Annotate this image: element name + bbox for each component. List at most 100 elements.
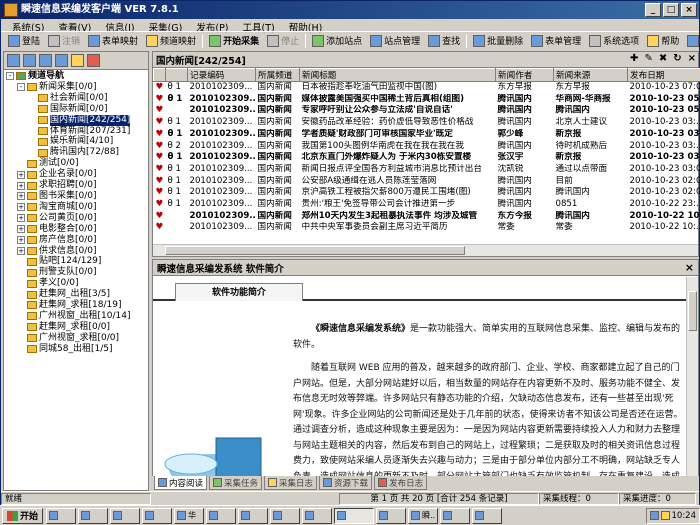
maximize-button[interactable]: □ bbox=[663, 3, 679, 17]
logout-button[interactable]: 注销 bbox=[44, 33, 84, 49]
expand-toggle-icon[interactable]: + bbox=[17, 214, 25, 223]
tree-node[interactable]: + 求职招聘[0/0] bbox=[6, 180, 148, 191]
taskbar-item[interactable]: 瞬.. bbox=[408, 507, 439, 524]
table-row[interactable]: ♥ θ 1 2010102309... 国内新闻 公安部A级通缉在逃人员陈莲莹落网 腾讯国… bbox=[154, 176, 700, 188]
tab-software-intro[interactable]: 软件功能简介 bbox=[175, 283, 303, 301]
table-row[interactable]: ♥ θ 1 2010102309... 国内新闻 新闻日报点评全国各方利益城市消息比预计… bbox=[154, 164, 700, 176]
close-button[interactable]: × bbox=[681, 3, 697, 17]
table-row[interactable]: ♥ θ 1 2010102309... 国内新闻 媒体披露美国强买中国稀土背后真相(组图… bbox=[154, 94, 700, 106]
tree-node[interactable]: + 供求信息[0/0] bbox=[6, 246, 148, 257]
column-header[interactable]: 记录编码 bbox=[187, 68, 256, 82]
start-button[interactable]: 开始 bbox=[2, 507, 44, 524]
scroll-thumb[interactable] bbox=[688, 291, 697, 331]
tree-node[interactable]: 娱乐新闻[4/10] bbox=[6, 136, 148, 147]
expand-toggle-icon[interactable]: - bbox=[17, 83, 25, 92]
help-button[interactable]: 帮助 bbox=[643, 33, 683, 49]
tree-node[interactable]: 广州视窗_出租[10/14] bbox=[6, 311, 148, 322]
close-icon[interactable]: × bbox=[685, 261, 694, 274]
taskbar-item[interactable] bbox=[206, 507, 237, 524]
column-header[interactable]: 新闻来源 bbox=[553, 68, 628, 82]
taskbar-item[interactable] bbox=[78, 507, 109, 524]
taskbar-item[interactable] bbox=[334, 507, 375, 524]
add-icon[interactable]: ✚ bbox=[630, 53, 638, 64]
channel-map-button[interactable]: 频道映射 bbox=[142, 33, 200, 49]
exit-button[interactable]: 退出 bbox=[683, 33, 699, 49]
tree-node[interactable]: + 房产信息[0/0] bbox=[6, 235, 148, 246]
find-button[interactable]: 查找 bbox=[424, 33, 464, 49]
expand-toggle-icon[interactable]: - bbox=[6, 72, 14, 81]
tree-node[interactable]: - 新闻采集[0/0] bbox=[6, 82, 148, 93]
table-map-button[interactable]: 表单映射 bbox=[84, 33, 142, 49]
tab-content-read[interactable]: 内容阅读 bbox=[154, 476, 208, 490]
tree-node[interactable]: 刑警支队[0/0] bbox=[6, 267, 148, 278]
minimize-button[interactable]: _ bbox=[645, 3, 661, 17]
delete-icon[interactable]: ✖ bbox=[659, 53, 667, 64]
tree-node[interactable]: 贴吧[124/129] bbox=[6, 256, 148, 267]
column-header[interactable]: 新闻作者 bbox=[495, 68, 554, 82]
table-row[interactable]: ♥ θ 1 2010102309... 国内新闻 北京东直门外爆炸疑人为 于米内30栋安… bbox=[154, 152, 700, 164]
tree-node[interactable]: - 频道导航 bbox=[6, 71, 148, 82]
pencil-icon[interactable] bbox=[71, 54, 84, 67]
tree-node[interactable]: + 淘宝商城[0/0] bbox=[6, 202, 148, 213]
taskbar-item[interactable] bbox=[142, 507, 173, 524]
expand-toggle-icon[interactable]: + bbox=[17, 192, 25, 201]
tree-node[interactable]: + 公司黄页[0/0] bbox=[6, 213, 148, 224]
table-row[interactable]: ♥ θ 1 2010102309... 国内新闻 日本被指趁奉吃油气田监视中国(图) 东方… bbox=[154, 82, 700, 94]
expand-toggle-icon[interactable]: + bbox=[17, 246, 25, 255]
login-button[interactable]: 登陆 bbox=[4, 33, 44, 49]
table-row[interactable]: ♥ θ 1 2010102309... 国内新闻 京沪高铁工程被指欠薪800万遭民工围堵… bbox=[154, 187, 700, 199]
tree-node[interactable]: + 电影整合[0/0] bbox=[6, 224, 148, 235]
site-mgmt-button[interactable]: 站点管理 bbox=[366, 33, 424, 49]
taskbar-item[interactable] bbox=[238, 507, 269, 524]
tree-node[interactable]: 国际新闻[0/0] bbox=[6, 104, 148, 115]
tree-list-icon[interactable] bbox=[39, 54, 52, 67]
taskbar-item[interactable] bbox=[46, 507, 77, 524]
expand-toggle-icon[interactable]: + bbox=[17, 225, 25, 234]
column-header[interactable] bbox=[153, 68, 166, 82]
scroll-thumb[interactable] bbox=[165, 246, 465, 255]
tree-node[interactable]: 腾讯国内[72/88] bbox=[6, 147, 148, 158]
tree-node[interactable]: 测试[0/0] bbox=[6, 158, 148, 169]
title-bar[interactable]: 瞬速信息采编发客户端 VER 7.8.1 _ □ × bbox=[1, 1, 699, 19]
table-row[interactable]: ♥ 2010102309... 国内新闻 专家呼吁别让公众参与立法成'自说自话' 腾讯国… bbox=[154, 105, 700, 117]
tree-node[interactable]: 体育新闻[207/231] bbox=[6, 126, 148, 137]
sys-options-button[interactable]: 系统选项 bbox=[585, 33, 643, 49]
tree-node[interactable]: 赶集网_出租[3/5] bbox=[6, 289, 148, 300]
taskbar-item[interactable] bbox=[110, 507, 141, 524]
expand-toggle-icon[interactable]: + bbox=[17, 203, 25, 212]
taskbar-item[interactable] bbox=[376, 507, 407, 524]
taskbar-item[interactable] bbox=[302, 507, 333, 524]
horizontal-scrollbar[interactable] bbox=[153, 244, 698, 256]
expand-toggle-icon[interactable]: + bbox=[17, 181, 25, 190]
tab-collect-log[interactable]: 采集日志 bbox=[264, 476, 318, 490]
delete-icon[interactable] bbox=[87, 54, 100, 67]
tab-collect-tasks[interactable]: 采集任务 bbox=[209, 476, 263, 490]
table-row[interactable]: ♥ θ 2 2010102309... 国内新闻 我国第100头图例华南虎在我在我在我在… bbox=[154, 141, 700, 153]
taskbar-item[interactable]: 华 bbox=[174, 507, 205, 524]
tree-node[interactable]: 社会新闻[0/0] bbox=[6, 93, 148, 104]
table-row[interactable]: ♥ θ 1 2010102309... 国内新闻 贵州:'粮王'免签导带公司会计推进第一… bbox=[154, 199, 700, 211]
table-row[interactable]: ♥ θ 1 2010102309... 国内新闻 学者质疑'财政部门可审核国家毕业'既定… bbox=[154, 129, 700, 141]
start-collect-button[interactable]: 开始采集 bbox=[205, 33, 263, 49]
network-icon[interactable] bbox=[649, 511, 659, 520]
form-mgmt-button[interactable]: 表单管理 bbox=[527, 33, 585, 49]
table-row[interactable]: ♥ θ 1 2010102309... 国内新闻 安徽药品改革经验：药价虚低导致恶性价格… bbox=[154, 117, 700, 129]
tree-node[interactable]: 广州视窗_求租[0/0] bbox=[6, 333, 148, 344]
column-header[interactable]: 发布日期 bbox=[627, 68, 700, 82]
taskbar-item[interactable] bbox=[440, 507, 471, 524]
table-row[interactable]: ♥ 2010102309... 国内新闻 中共中央军事委员会副主席习近平简历 常委 常委 2… bbox=[154, 222, 700, 234]
tree-node[interactable]: 赶集网_求租[18/19] bbox=[6, 300, 148, 311]
tree-node[interactable]: 孝义[0/0] bbox=[6, 278, 148, 289]
tree-node[interactable]: 同城58_出租[1/5] bbox=[6, 344, 148, 355]
column-header[interactable]: 所属频道 bbox=[255, 68, 300, 82]
edit-icon[interactable]: ✎ bbox=[644, 53, 652, 64]
tree-view-icon[interactable] bbox=[7, 54, 20, 67]
expand-toggle-icon[interactable]: + bbox=[17, 236, 25, 245]
tree-edit-icon[interactable] bbox=[23, 54, 36, 67]
tree-grid-icon[interactable] bbox=[55, 54, 68, 67]
volume-icon[interactable] bbox=[660, 511, 670, 520]
tree-node[interactable]: + 企业名录[0/0] bbox=[6, 169, 148, 180]
column-header[interactable]: 新闻标题 bbox=[299, 68, 496, 82]
stop-button[interactable]: 停止 bbox=[263, 33, 303, 49]
vertical-scrollbar[interactable] bbox=[686, 277, 698, 488]
